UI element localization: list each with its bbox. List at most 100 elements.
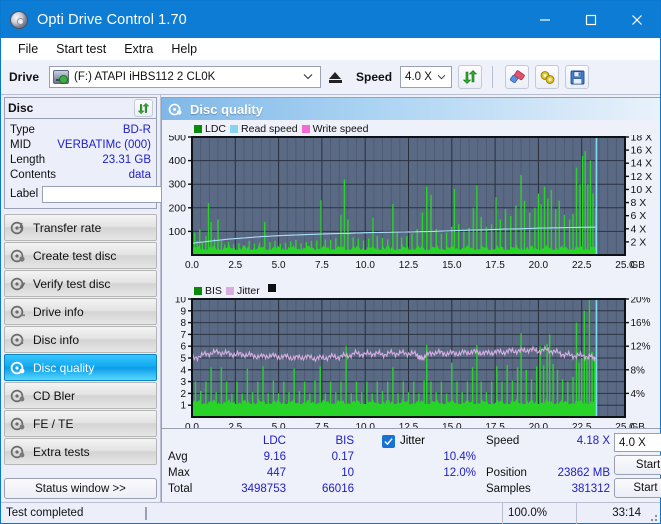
drive-select[interactable]: (F:) ATAPI iHBS112 2 CL0K (49, 66, 322, 88)
sidebar-item-label: CD Bler (33, 388, 76, 403)
svg-text:16 X: 16 X (631, 145, 653, 157)
stats-row-key: Total (168, 483, 193, 495)
menu-start-test[interactable]: Start test (47, 40, 115, 58)
samples-row: Samples 381312 (486, 481, 614, 497)
sidebar-item-drive-info[interactable]: Drive info (4, 298, 157, 325)
disc-value: 23.31 GB (102, 153, 151, 166)
svg-text:22.5: 22.5 (572, 260, 592, 271)
status-window-button[interactable]: Status window >> (4, 478, 157, 499)
eraser-icon (509, 69, 525, 83)
disc-key: Type (10, 123, 35, 136)
sidebar-item-cd-bler[interactable]: CD Bler (4, 382, 157, 409)
refresh-icon (462, 70, 478, 84)
disc-info-icon (10, 333, 24, 346)
menu-extra[interactable]: Extra (115, 40, 162, 58)
app-icon (10, 10, 28, 29)
toolbar: Drive (F:) ATAPI iHBS112 2 CL0K Speed 4.… (1, 60, 660, 95)
sidebar-item-label: Extra tests (33, 444, 90, 459)
drive-info-icon (10, 305, 25, 318)
stats-col-bis: BIS (335, 435, 354, 447)
stats-row-key: Avg (168, 451, 188, 463)
jitter-label: Jitter (400, 435, 425, 447)
legend-label: Read speed (241, 122, 298, 135)
svg-text:2: 2 (180, 389, 186, 400)
chart-bis-jitter: BIS Jitter 123456789104%8%12%16%20%0.02.… (162, 284, 660, 442)
sidebar-item-label: Transfer rate (33, 220, 102, 235)
gear-icon (540, 70, 554, 84)
eraser-button[interactable] (505, 65, 530, 89)
minimize-icon[interactable] (522, 1, 568, 38)
disc-quality-icon (168, 103, 182, 115)
svg-text:18 X: 18 X (631, 135, 653, 144)
refresh-button[interactable] (458, 65, 483, 89)
spacer-row (486, 449, 614, 465)
stats-bis-value: 66016 (322, 483, 354, 495)
svg-text:4 X: 4 X (631, 223, 647, 235)
speed-value: 4.18 X (576, 435, 610, 447)
stats-ldc-value: 3498753 (241, 483, 286, 495)
menu-file[interactable]: File (9, 40, 47, 58)
stats-col-ldc: LDC (262, 435, 286, 447)
disc-value: BD-R (122, 123, 151, 136)
window-controls (522, 1, 660, 38)
transfer-rate-icon (10, 221, 24, 234)
svg-text:400: 400 (168, 155, 186, 167)
sidebar-item-transfer-rate[interactable]: Transfer rate (4, 214, 157, 241)
legend-label: Write speed (312, 122, 369, 135)
svg-text:7.5: 7.5 (315, 260, 329, 271)
svg-text:12 X: 12 X (631, 171, 653, 183)
test-speed-select[interactable]: 4.0 X (614, 433, 661, 453)
drive-label: Drive (9, 70, 40, 84)
stats-header-row: LDC BIS (168, 433, 368, 449)
speed-select[interactable]: 4.0 X (400, 66, 453, 88)
legend-item-bis: BIS (194, 285, 222, 297)
sidebar-item-extra-tests[interactable]: Extra tests (4, 438, 157, 465)
disc-refresh-button[interactable] (134, 99, 153, 117)
legend-swatch (301, 124, 310, 133)
svg-text:0.0: 0.0 (185, 260, 199, 271)
jitter-avg-row: 10.4% (368, 449, 486, 465)
svg-text:10 X: 10 X (631, 184, 653, 196)
elapsed-time: 33:14 (576, 502, 646, 524)
legend-label: Jitter (236, 284, 260, 297)
sidebar-item-verify-test-disc[interactable]: Verify test disc (4, 270, 157, 297)
test-speed-value: 4.0 X (619, 436, 646, 449)
sidebar-item-disc-quality[interactable]: Disc quality (4, 354, 157, 381)
chart-ldc-readspeed: LDC Read speed Write speed 100 200 300 400 5… (162, 122, 660, 280)
legend-swatch (225, 286, 234, 295)
charts-area: LDC Read speed Write speed 100 200 300 400 5… (162, 120, 660, 433)
disc-panel-header: Disc (5, 98, 156, 119)
svg-text:GB: GB (631, 260, 646, 271)
sidebar-item-fe-te[interactable]: FE / TE (4, 410, 157, 437)
app-window: Opti Drive Control 1.70 File Start test … (0, 0, 661, 524)
disc-row: Type BD-R (10, 122, 151, 137)
refresh-icon (137, 102, 150, 114)
settings-button[interactable] (535, 65, 560, 89)
chevron-down-icon (432, 72, 451, 82)
svg-text:20.0: 20.0 (529, 260, 549, 271)
svg-text:12%: 12% (631, 342, 651, 353)
svg-text:3: 3 (180, 377, 186, 388)
eject-button[interactable] (324, 66, 347, 88)
eject-icon (329, 71, 342, 79)
action-column: 4.0 X Start full Start part (614, 433, 661, 498)
svg-text:15.0: 15.0 (442, 260, 462, 271)
close-icon[interactable] (614, 1, 660, 38)
speed-select-value: 4.0 X (405, 71, 432, 83)
check-icon (384, 437, 393, 445)
svg-text:2.5: 2.5 (228, 260, 242, 271)
start-part-button[interactable]: Start part (614, 478, 661, 498)
start-full-button[interactable]: Start full (614, 455, 661, 476)
menu-help[interactable]: Help (162, 40, 206, 58)
sidebar-item-label: Drive info (33, 304, 84, 319)
save-button[interactable] (565, 65, 590, 89)
svg-text:1: 1 (180, 401, 186, 412)
svg-text:10: 10 (175, 297, 187, 306)
fe-te-icon (10, 417, 25, 430)
svg-text:300: 300 (168, 179, 186, 191)
maximize-icon[interactable] (568, 1, 614, 38)
sidebar-item-disc-info[interactable]: Disc info (4, 326, 157, 353)
jitter-checkbox[interactable] (382, 434, 395, 448)
sidebar-item-create-test-disc[interactable]: Create test disc (4, 242, 157, 269)
resize-grip[interactable] (646, 503, 660, 524)
